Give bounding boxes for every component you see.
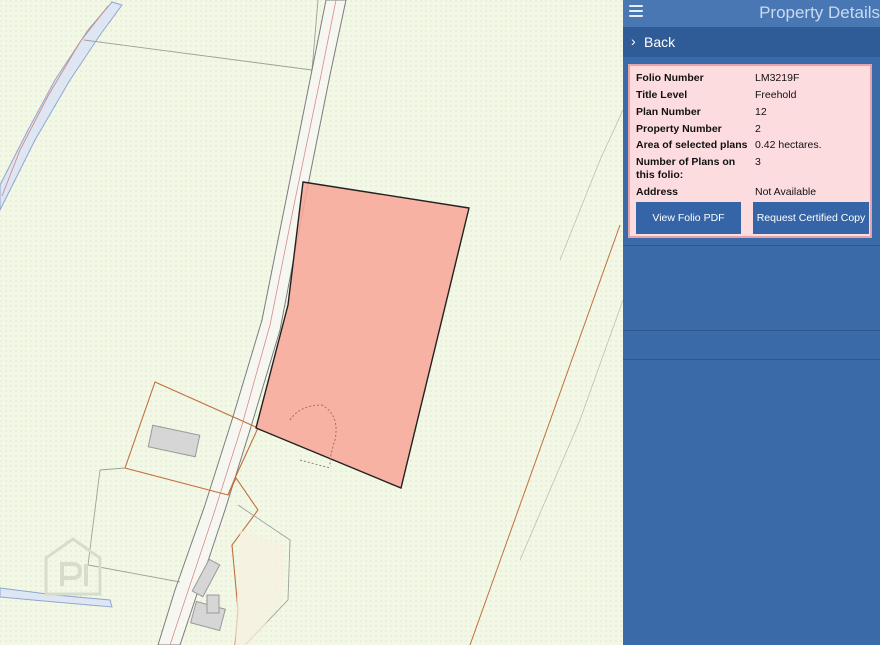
map-canvas[interactable] — [0, 0, 623, 645]
property-details-panel: Property Details › Back Folio Number LM3… — [623, 0, 880, 645]
panel-title: Property Details — [759, 3, 880, 22]
building — [206, 594, 220, 614]
info-value: Not Available — [755, 186, 817, 198]
pi-watermark-icon — [44, 537, 102, 596]
property-info-card: Folio Number LM3219F Title Level Freehol… — [628, 64, 872, 238]
panel-header: Property Details — [623, 0, 880, 27]
info-value: Freehold — [755, 89, 797, 101]
info-key: Plan Number — [636, 106, 701, 118]
chevron-right-icon: › — [631, 33, 636, 49]
panel-divider — [623, 245, 880, 246]
panel-divider — [623, 359, 880, 360]
back-label: Back — [644, 34, 676, 50]
info-key: Number of Plans on this folio: — [636, 156, 736, 181]
info-value: 12 — [755, 106, 767, 118]
info-value: 0.42 hectares. — [755, 139, 822, 151]
info-key: Property Number — [636, 123, 722, 135]
request-certified-copy-button[interactable]: Request Certified Copy — [753, 202, 869, 234]
view-folio-pdf-button[interactable]: View Folio PDF — [636, 202, 741, 234]
info-key: Area of selected plans — [636, 139, 748, 151]
panel-divider — [623, 330, 880, 331]
hamburger-menu-icon[interactable] — [629, 5, 643, 19]
info-key: Address — [636, 186, 679, 198]
info-value: 2 — [755, 123, 761, 135]
info-key: Folio Number — [636, 72, 704, 84]
info-value: LM3219F — [755, 72, 800, 84]
back-button[interactable]: › Back — [623, 27, 880, 57]
info-key: Title Level — [636, 89, 688, 101]
info-value: 3 — [755, 156, 761, 168]
